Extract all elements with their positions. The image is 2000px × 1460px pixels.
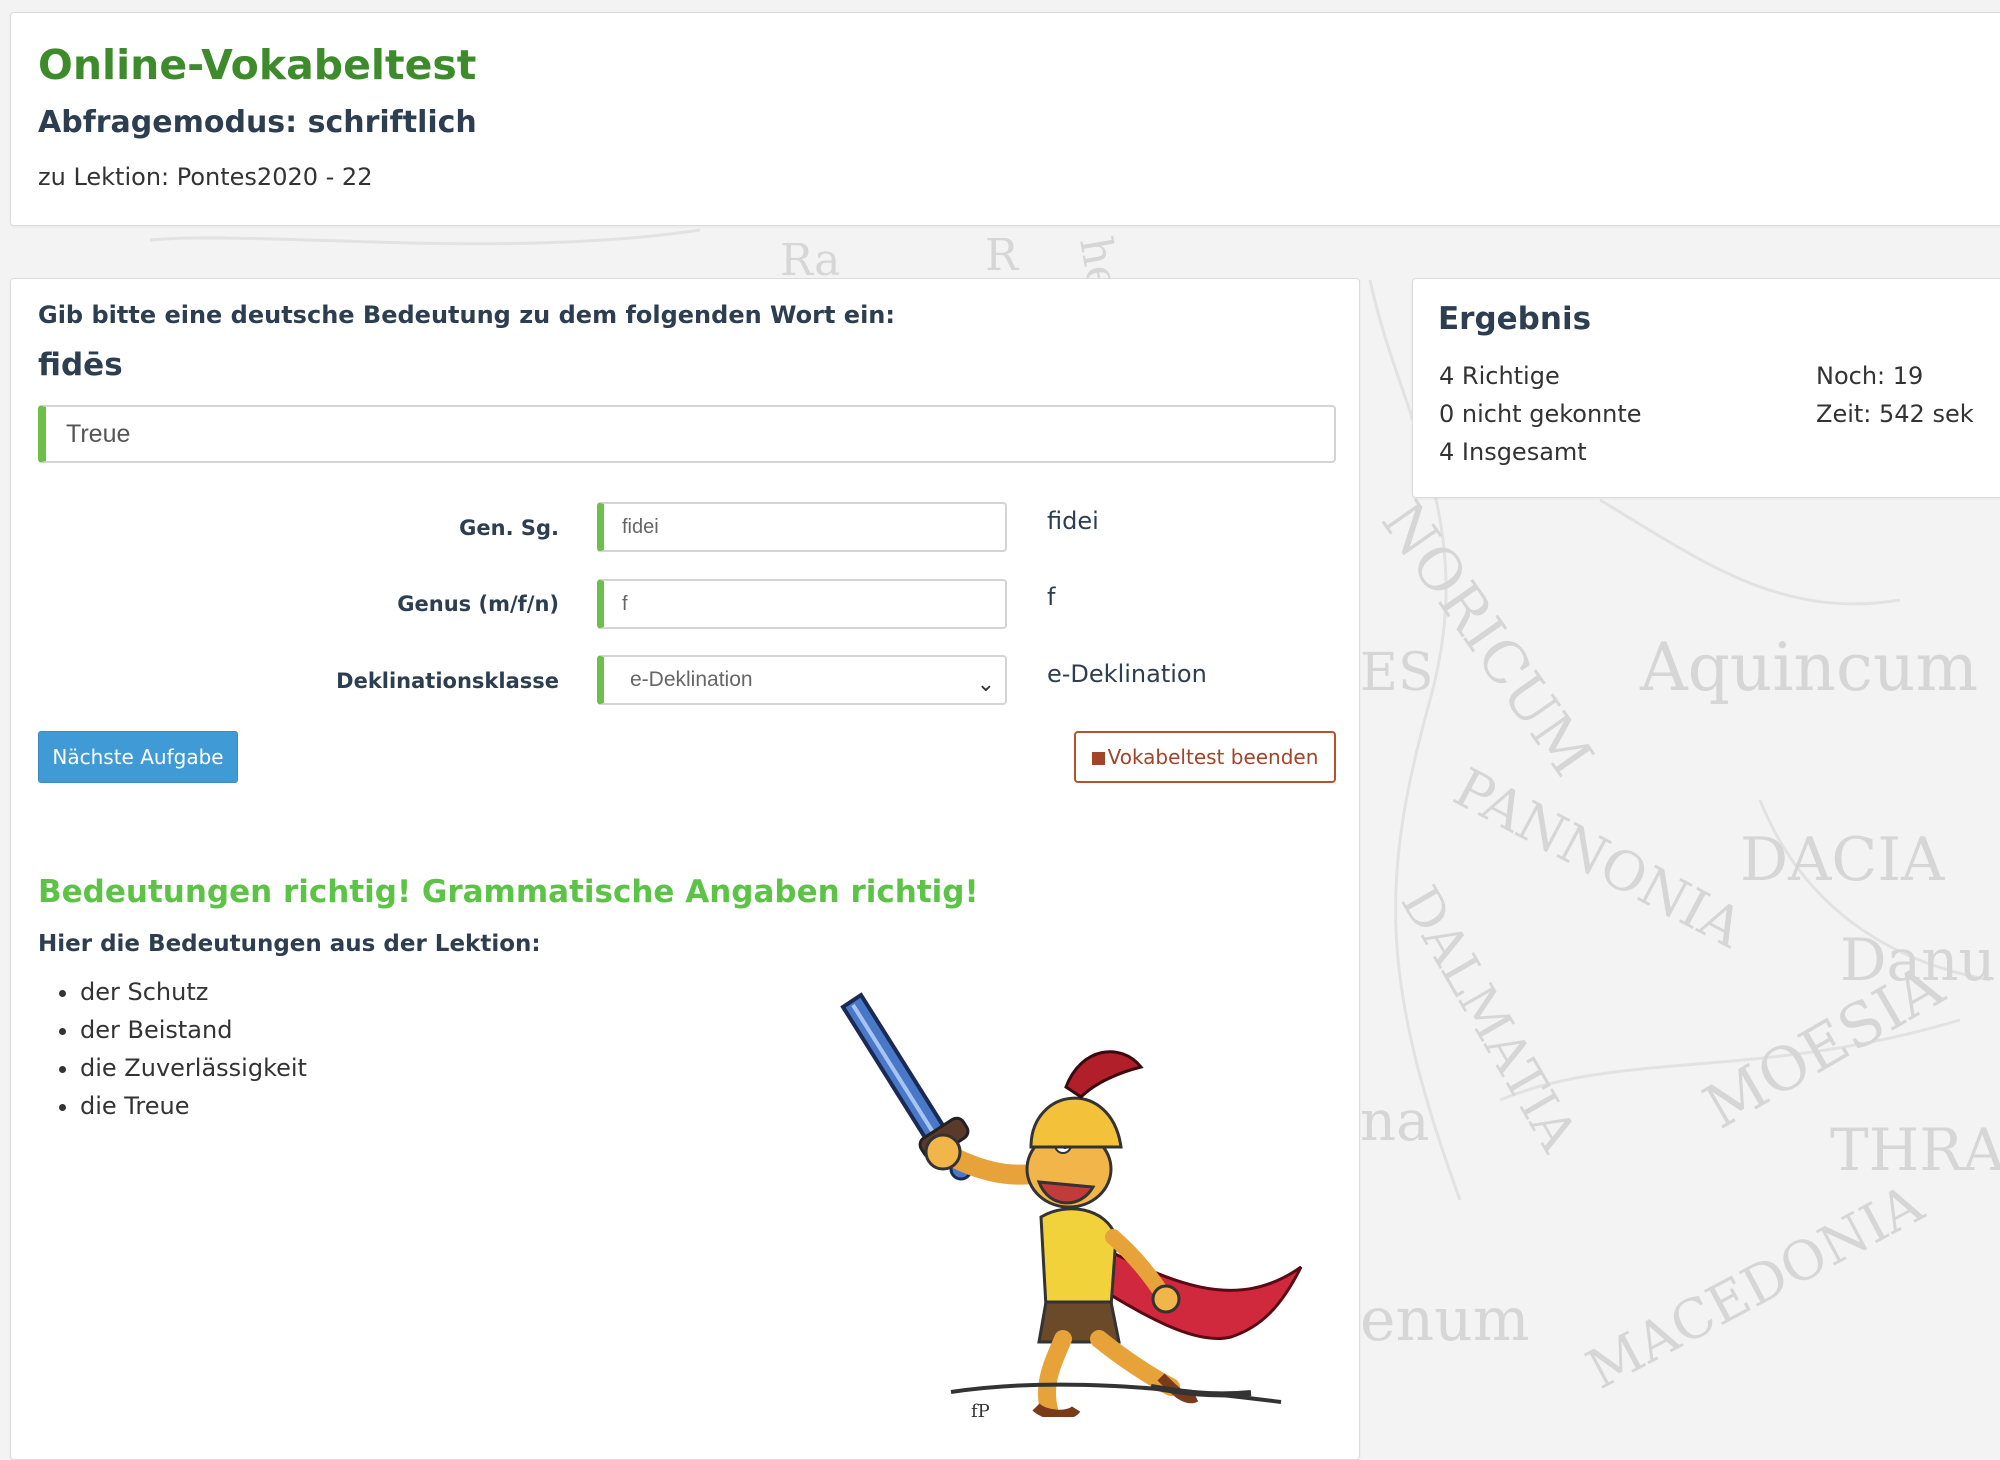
result-title: Ergebnis	[1438, 301, 1592, 337]
meaning-input[interactable]	[38, 405, 1336, 463]
end-test-label: Vokabeltest beenden	[1107, 745, 1319, 769]
gen-sg-answer: fidei	[1047, 507, 1099, 535]
chevron-down-icon: ⌄	[976, 671, 995, 696]
meanings-list: der Schutz der Beistand die Zuverlässigk…	[38, 973, 307, 1125]
map-label: ES	[1360, 643, 1434, 703]
question-panel: Gib bitte eine deutsche Bedeutung zu dem…	[10, 278, 1360, 1460]
map-label: MOESIA	[1693, 951, 1956, 1143]
map-label: DACIA	[1740, 825, 1945, 895]
latin-word: fidēs	[38, 347, 123, 383]
genus-input[interactable]	[597, 579, 1007, 629]
map-label: R	[985, 230, 1020, 281]
map-label: na	[1360, 1089, 1429, 1154]
genus-answer: f	[1047, 583, 1056, 611]
declension-select-value: e-Deklination	[630, 668, 753, 691]
list-item: die Zuverlässigkeit	[80, 1049, 307, 1087]
result-panel: Ergebnis 4 Richtige 0 nicht gekonnte 4 I…	[1412, 278, 2000, 498]
genus-label: Genus (m/f/n)	[397, 592, 559, 616]
correct-count: 4 Richtige	[1439, 362, 1560, 390]
map-label: NORICUM	[1369, 489, 1607, 788]
total-count: 4 Insgesamt	[1439, 438, 1587, 466]
query-mode: Abfragemodus: schriftlich	[38, 105, 477, 140]
declension-select[interactable]: e-Deklination ⌄	[597, 655, 1007, 705]
page-title: Online-Vokabeltest	[38, 41, 477, 89]
feedback-message: Bedeutungen richtig! Grammatische Angabe…	[38, 874, 979, 910]
remaining-count: Noch: 19	[1816, 362, 1924, 390]
stop-icon	[1091, 752, 1105, 765]
gen-sg-label: Gen. Sg.	[459, 516, 559, 540]
map-label: enum	[1360, 1285, 1530, 1355]
declension-answer: e-Deklination	[1047, 660, 1207, 688]
gen-sg-input[interactable]	[597, 502, 1007, 552]
list-item: der Beistand	[80, 1011, 307, 1049]
map-label: MACEDONIA	[1577, 1172, 1934, 1402]
unknown-count: 0 nicht gekonnte	[1439, 400, 1642, 428]
roman-soldier-illustration: fP	[840, 992, 1303, 1417]
svg-text:fP: fP	[971, 1401, 990, 1417]
end-test-button[interactable]: Vokabeltest beenden	[1074, 731, 1336, 783]
lesson-label: zu Lektion: Pontes2020 - 22	[38, 163, 373, 191]
list-item: der Schutz	[80, 973, 307, 1011]
map-label: THRAC	[1830, 1116, 2000, 1184]
declension-label: Deklinationsklasse	[336, 669, 559, 693]
elapsed-time: Zeit: 542 sek	[1816, 400, 1974, 428]
question-prompt: Gib bitte eine deutsche Bedeutung zu dem…	[38, 301, 895, 329]
map-label: PANNONIA	[1444, 756, 1754, 961]
list-item: die Treue	[80, 1087, 307, 1125]
lesson-meanings-heading: Hier die Bedeutungen aus der Lektion:	[38, 931, 541, 957]
map-label: Aquincum	[1639, 629, 1978, 706]
header-panel: Online-Vokabeltest Abfragemodus: schrift…	[10, 12, 2000, 226]
next-task-button[interactable]: Nächste Aufgabe	[38, 731, 238, 783]
